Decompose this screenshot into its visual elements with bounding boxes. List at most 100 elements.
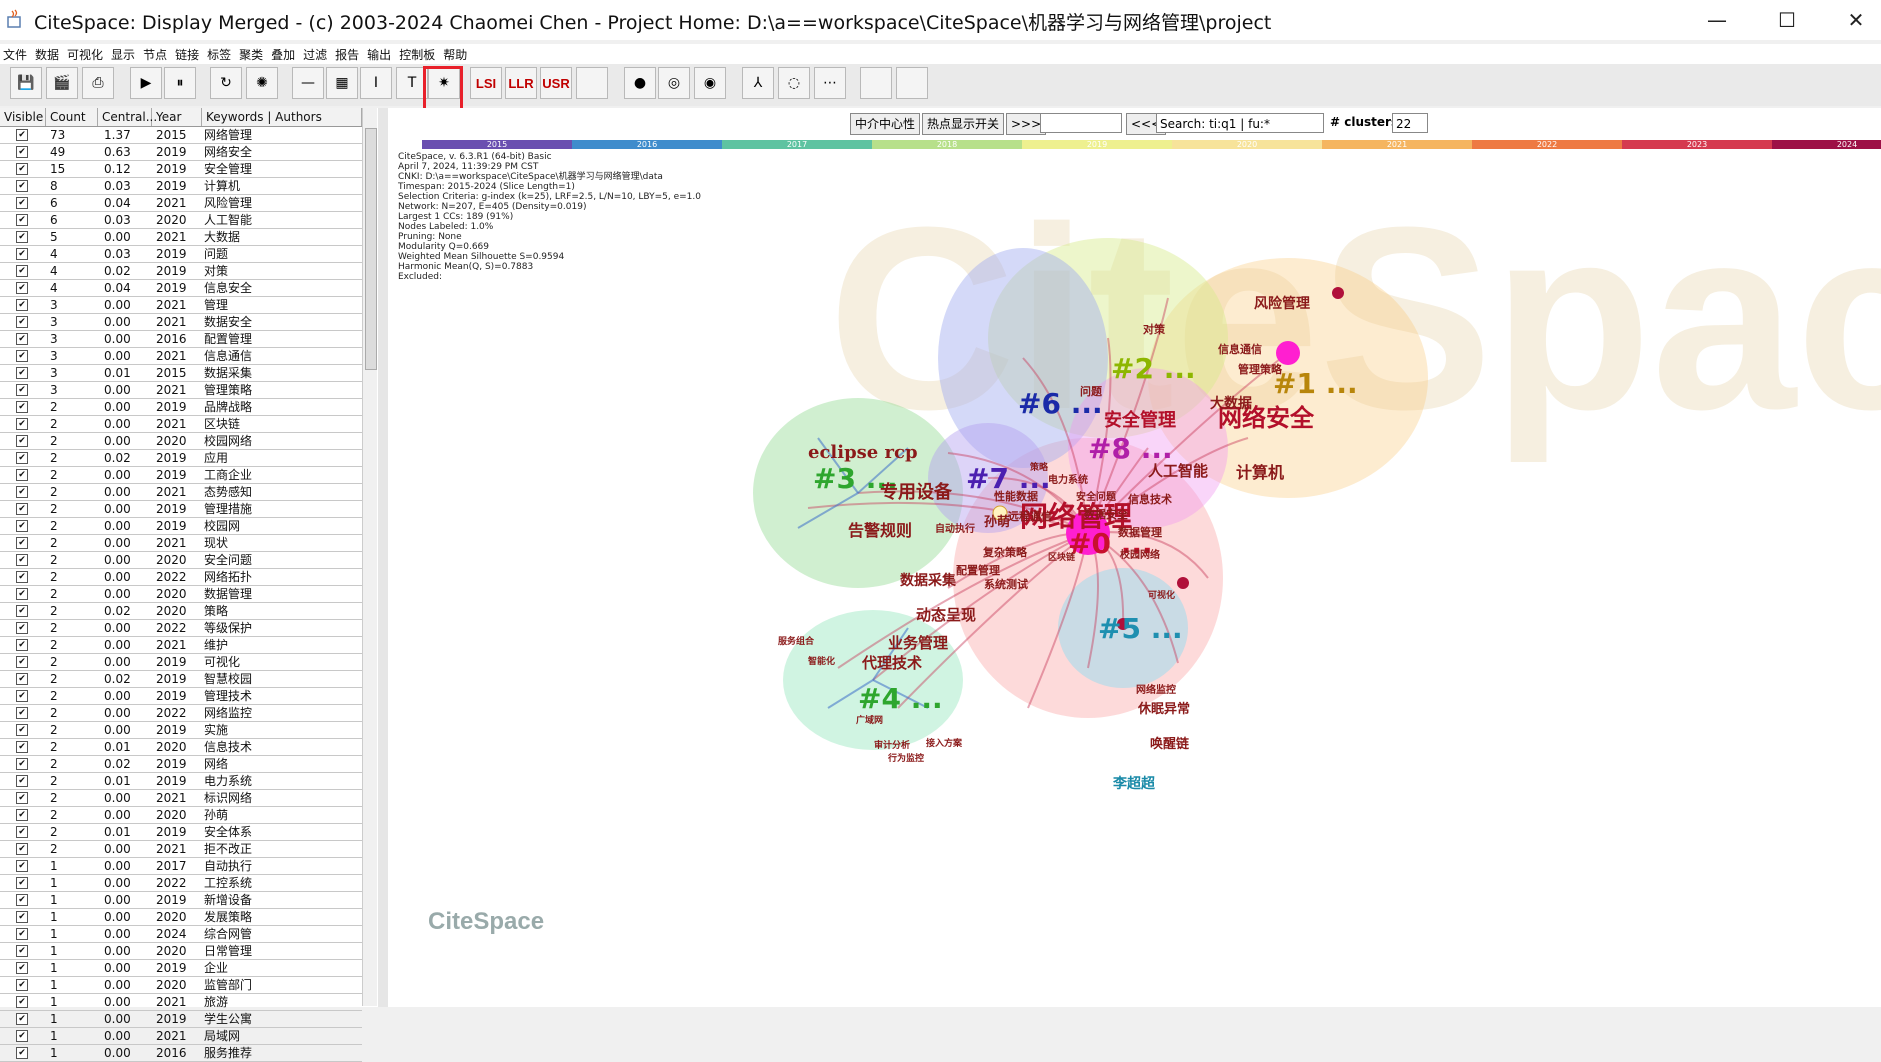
visible-checkbox[interactable]: ✔ — [16, 197, 28, 209]
table-row[interactable]: ✔ 2 0.00 2021 现状 — [0, 535, 362, 552]
visible-checkbox[interactable]: ✔ — [16, 690, 28, 702]
table-row[interactable]: ✔ 1 0.00 2021 旅游 — [0, 994, 362, 1011]
menu-item-10[interactable]: 报告 — [332, 45, 362, 65]
visible-checkbox[interactable]: ✔ — [16, 146, 28, 158]
visible-checkbox[interactable]: ✔ — [16, 945, 28, 957]
table-row[interactable]: ✔ 15 0.12 2019 安全管理 — [0, 161, 362, 178]
minimize-button[interactable]: — — [1692, 6, 1742, 34]
header-keywords[interactable]: Keywords | Authors — [202, 108, 362, 126]
visible-checkbox[interactable]: ✔ — [16, 571, 28, 583]
play-icon[interactable]: ▶ — [130, 67, 162, 99]
table-row[interactable]: ✔ 2 0.00 2020 数据管理 — [0, 586, 362, 603]
usr-button[interactable]: USR — [540, 67, 572, 99]
visible-checkbox[interactable]: ✔ — [16, 401, 28, 413]
menu-item-7[interactable]: 聚类 — [236, 45, 266, 65]
visible-checkbox[interactable]: ✔ — [16, 452, 28, 464]
visible-checkbox[interactable]: ✔ — [16, 503, 28, 515]
table-row[interactable]: ✔ 2 0.00 2021 标识网络 — [0, 790, 362, 807]
table-row[interactable]: ✔ 2 0.02 2019 网络 — [0, 756, 362, 773]
visible-checkbox[interactable]: ✔ — [16, 418, 28, 430]
visible-checkbox[interactable]: ✔ — [16, 996, 28, 1008]
visible-checkbox[interactable]: ✔ — [16, 180, 28, 192]
betweenness-button[interactable]: 中介中心性 — [850, 113, 921, 135]
visible-checkbox[interactable]: ✔ — [16, 350, 28, 362]
menu-item-8[interactable]: 叠加 — [268, 45, 298, 65]
visible-checkbox[interactable]: ✔ — [16, 673, 28, 685]
starburst-icon[interactable]: ✺ — [246, 67, 278, 99]
visible-checkbox[interactable]: ✔ — [16, 843, 28, 855]
save-icon[interactable]: 💾 — [10, 67, 42, 99]
table-row[interactable]: ✔ 1 0.00 2021 局域网 — [0, 1028, 362, 1045]
visible-checkbox[interactable]: ✔ — [16, 248, 28, 260]
visible-checkbox[interactable]: ✔ — [16, 707, 28, 719]
visible-checkbox[interactable]: ✔ — [16, 911, 28, 923]
visible-checkbox[interactable]: ✔ — [16, 588, 28, 600]
table-row[interactable]: ✔ 2 0.00 2020 校园网络 — [0, 433, 362, 450]
line-icon[interactable]: — — [292, 67, 324, 99]
resize-icon[interactable]: I — [360, 67, 392, 99]
table-row[interactable]: ✔ 3 0.01 2015 数据采集 — [0, 365, 362, 382]
visible-checkbox[interactable]: ✔ — [16, 741, 28, 753]
close-button[interactable]: ✕ — [1831, 6, 1881, 34]
table-scrollbar[interactable] — [362, 108, 377, 1006]
header-visible[interactable]: Visible — [0, 108, 46, 126]
visible-checkbox[interactable]: ✔ — [16, 520, 28, 532]
table-row[interactable]: ✔ 1 0.00 2019 企业 — [0, 960, 362, 977]
dots-icon[interactable]: ● — [624, 67, 656, 99]
menu-item-6[interactable]: 标签 — [204, 45, 234, 65]
visible-checkbox[interactable]: ✔ — [16, 928, 28, 940]
menu-item-5[interactable]: 链接 — [172, 45, 202, 65]
table-row[interactable]: ✔ 1 0.00 2016 服务推荐 — [0, 1045, 362, 1062]
visible-checkbox[interactable]: ✔ — [16, 1030, 28, 1042]
table-row[interactable]: ✔ 2 0.00 2019 可视化 — [0, 654, 362, 671]
table-row[interactable]: ✔ 5 0.00 2021 大数据 — [0, 229, 362, 246]
visible-checkbox[interactable]: ✔ — [16, 1013, 28, 1025]
table-row[interactable]: ✔ 3 0.00 2016 配置管理 — [0, 331, 362, 348]
table-row[interactable]: ✔ 2 0.00 2021 拒不改正 — [0, 841, 362, 858]
table-row[interactable]: ✔ 2 0.00 2021 维护 — [0, 637, 362, 654]
table-row[interactable]: ✔ 2 0.00 2022 等级保护 — [0, 620, 362, 637]
timeline-icon[interactable]: ⋯ — [814, 67, 846, 99]
table-row[interactable]: ✔ 2 0.00 2020 孙萌 — [0, 807, 362, 824]
table-row[interactable]: ✔ 1 0.00 2020 日常管理 — [0, 943, 362, 960]
table-row[interactable]: ✔ 3 0.00 2021 管理策略 — [0, 382, 362, 399]
table-row[interactable]: ✔ 2 0.02 2019 智慧校园 — [0, 671, 362, 688]
table-row[interactable]: ✔ 3 0.00 2021 信息通信 — [0, 348, 362, 365]
table-row[interactable]: ✔ 2 0.01 2019 安全体系 — [0, 824, 362, 841]
table-row[interactable]: ✔ 6 0.03 2020 人工智能 — [0, 212, 362, 229]
lsi-button[interactable]: LSI — [470, 67, 502, 99]
table-row[interactable]: ✔ 2 0.00 2022 网络拓扑 — [0, 569, 362, 586]
visible-checkbox[interactable]: ✔ — [16, 367, 28, 379]
visible-checkbox[interactable]: ✔ — [16, 333, 28, 345]
refresh-icon[interactable]: ↻ — [210, 67, 242, 99]
grid-icon[interactable]: ▦ — [326, 67, 358, 99]
tree-icon[interactable]: ⅄ — [742, 67, 774, 99]
visible-checkbox[interactable]: ✔ — [16, 962, 28, 974]
target-icon[interactable]: ◉ — [694, 67, 726, 99]
table-row[interactable]: ✔ 4 0.03 2019 问题 — [0, 246, 362, 263]
visible-checkbox[interactable]: ✔ — [16, 758, 28, 770]
split-divider[interactable] — [378, 108, 388, 1007]
table-row[interactable]: ✔ 2 0.00 2019 工商企业 — [0, 467, 362, 484]
menu-item-12[interactable]: 控制板 — [396, 45, 438, 65]
table-row[interactable]: ✔ 1 0.00 2024 综合网管 — [0, 926, 362, 943]
llr-button[interactable]: LLR — [505, 67, 537, 99]
table-row[interactable]: ✔ 6 0.04 2021 风险管理 — [0, 195, 362, 212]
visible-checkbox[interactable]: ✔ — [16, 265, 28, 277]
menu-item-3[interactable]: 显示 — [108, 45, 138, 65]
visible-checkbox[interactable]: ✔ — [16, 792, 28, 804]
menu-item-11[interactable]: 输出 — [364, 45, 394, 65]
visible-checkbox[interactable]: ✔ — [16, 894, 28, 906]
export-pdf-icon[interactable]: ⎙ — [82, 67, 114, 99]
pause-icon[interactable]: ⏸ — [164, 67, 196, 99]
hotspot-toggle-button[interactable]: 热点显示开关 — [922, 113, 1005, 135]
table-row[interactable]: ✔ 1 0.00 2020 发展策略 — [0, 909, 362, 926]
table-row[interactable]: ✔ 2 0.01 2019 电力系统 — [0, 773, 362, 790]
blank2-icon[interactable] — [860, 67, 892, 99]
visible-checkbox[interactable]: ✔ — [16, 435, 28, 447]
visible-checkbox[interactable]: ✔ — [16, 554, 28, 566]
table-row[interactable]: ✔ 1 0.00 2020 监管部门 — [0, 977, 362, 994]
visible-checkbox[interactable]: ✔ — [16, 129, 28, 141]
search-input[interactable]: Search: ti:q1 | fu:* — [1156, 113, 1324, 133]
blank-icon[interactable] — [576, 67, 608, 99]
